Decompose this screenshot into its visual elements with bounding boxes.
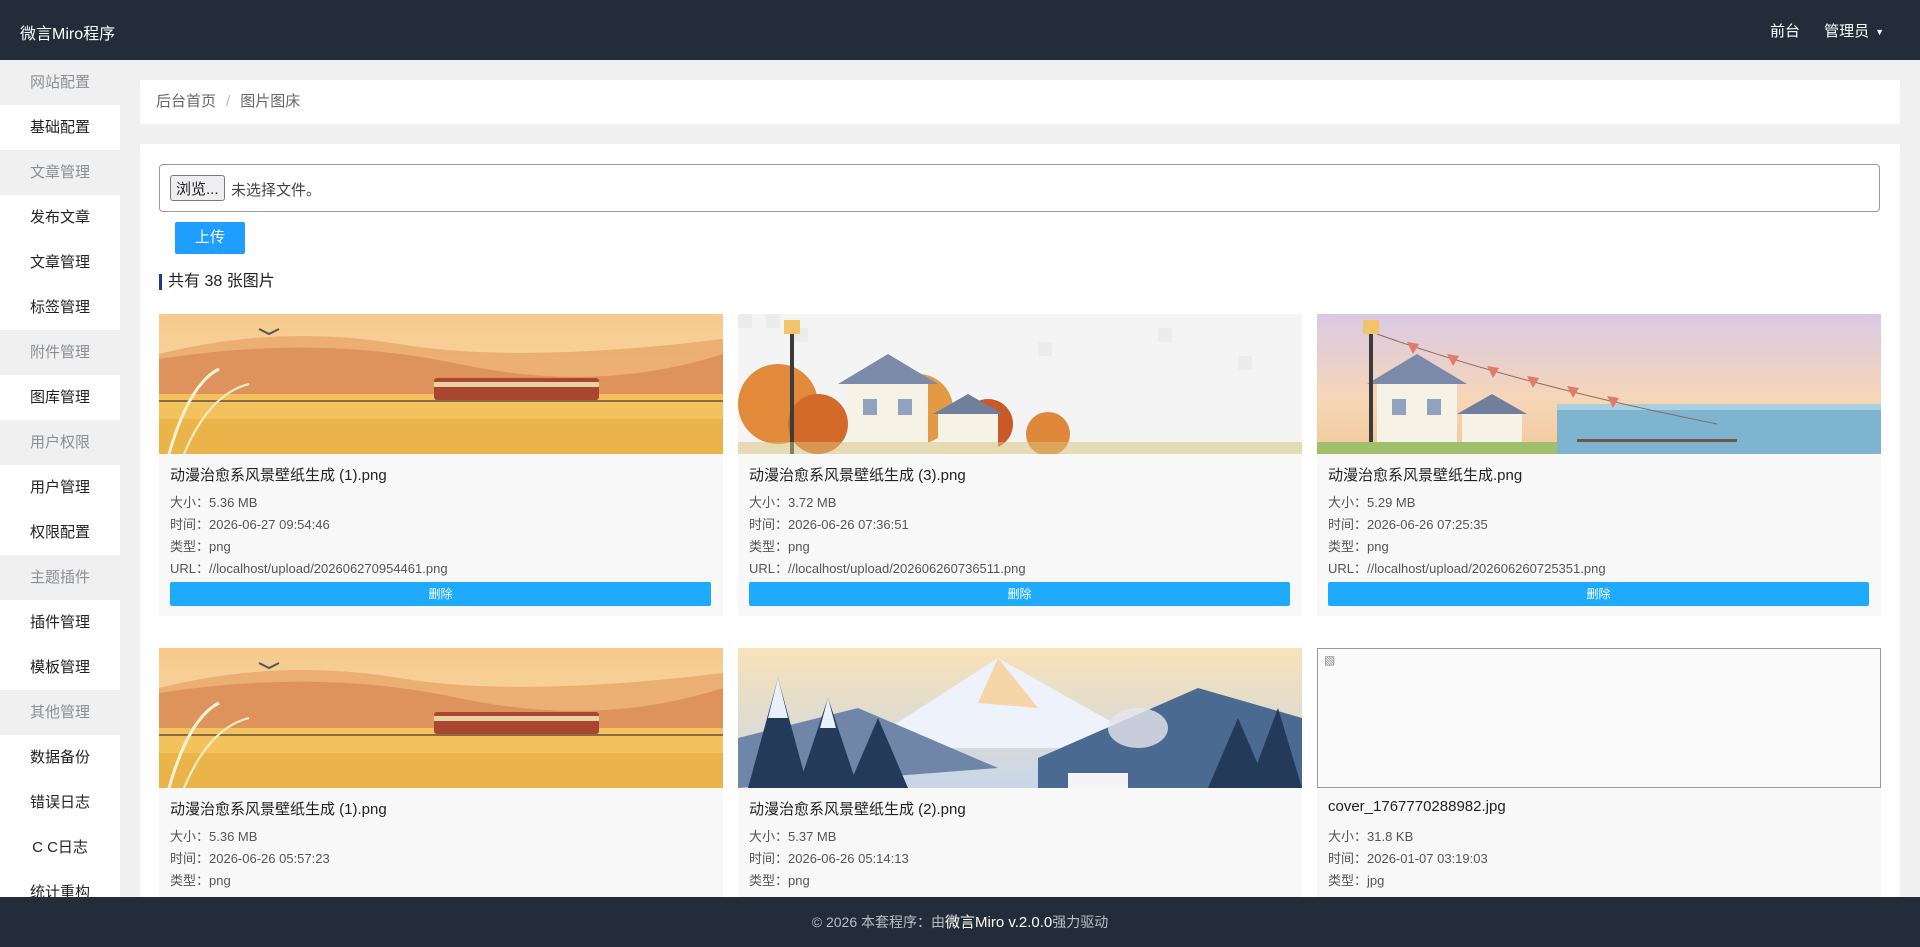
image-card: ▧ cover_1767770288982.jpg 大小：31.8 KB 时间：202… <box>1317 648 1881 897</box>
top-navbar: 微言Miro程序 前台 管理员 ▼ <box>0 0 1920 60</box>
sidebar-group-header: 其他管理 <box>0 690 120 735</box>
gallery-panel: 浏览... 未选择文件。 上传 共有 38 张图片 动漫治愈系风景壁纸生成 (1… <box>140 144 1900 897</box>
upload-button[interactable]: 上传 <box>175 222 245 254</box>
image-type: 类型：png <box>749 539 810 554</box>
image-time: 时间：2026-06-27 09:54:46 <box>170 517 330 532</box>
image-filename: 动漫治愈系风景壁纸生成 (1).png <box>170 467 387 484</box>
image-type: 类型：jpg <box>1328 873 1385 888</box>
image-time: 时间：2026-06-26 07:36:51 <box>749 517 909 532</box>
image-filename: 动漫治愈系风景壁纸生成 (2).png <box>749 801 966 818</box>
sidebar-item[interactable]: 文章管理 <box>0 240 120 285</box>
sidebar-item[interactable]: 模板管理 <box>0 645 120 690</box>
image-size: 大小：5.37 MB <box>749 829 837 844</box>
image-card: 动漫治愈系风景壁纸生成 (3).png 大小：3.72 MB 时间：2026-06-… <box>738 314 1302 616</box>
footer-brand[interactable]: 微言Miro v.2.0.0 <box>945 914 1052 931</box>
sidebar-item[interactable]: 基础配置 <box>0 105 120 150</box>
top-nav-links: 前台 管理员 ▼ <box>1770 20 1884 41</box>
image-type: 类型：png <box>170 539 231 554</box>
image-filename: 动漫治愈系风景壁纸生成 (1).png <box>170 801 387 818</box>
image-filename: 动漫治愈系风景壁纸生成.png <box>1328 467 1523 484</box>
sidebar-item[interactable]: 发布文章 <box>0 195 120 240</box>
image-type: 类型：png <box>1328 539 1389 554</box>
file-input[interactable]: 浏览... 未选择文件。 <box>159 164 1880 212</box>
sidebar-item[interactable]: 统计重构 <box>0 870 120 897</box>
image-thumbnail[interactable] <box>159 314 723 454</box>
breadcrumb: 后台首页 / 图片图床 <box>140 80 1900 124</box>
image-url: URL：//localhost/upload/202606260725351.p… <box>1328 561 1606 576</box>
breadcrumb-home[interactable]: 后台首页 <box>156 93 216 110</box>
image-size: 大小：3.72 MB <box>749 495 837 510</box>
sidebar-group-header: 网站配置 <box>0 60 120 105</box>
image-thumbnail[interactable] <box>159 648 723 788</box>
image-size: 大小：5.36 MB <box>170 829 258 844</box>
image-url: URL：//localhost/upload/202606260736511.p… <box>749 561 1026 576</box>
delete-image-button[interactable]: 删除 <box>170 582 711 606</box>
image-thumbnail[interactable] <box>738 314 1302 454</box>
image-type: 类型：png <box>170 873 231 888</box>
image-type: 类型：png <box>749 873 810 888</box>
caret-down-icon: ▼ <box>1875 27 1884 38</box>
sidebar-group-header: 附件管理 <box>0 330 120 375</box>
image-thumbnail[interactable] <box>738 648 1302 788</box>
sidebar-group-header: 用户权限 <box>0 420 120 465</box>
sidebar-item[interactable]: 图库管理 <box>0 375 120 420</box>
broken-image-thumbnail[interactable]: ▧ <box>1317 648 1881 788</box>
image-card: 动漫治愈系风景壁纸生成.png 大小：5.29 MB 时间：2026-06-26 0… <box>1317 314 1881 616</box>
sidebar-item[interactable]: 数据备份 <box>0 735 120 780</box>
footer-suffix: 强力驱动 <box>1052 914 1109 930</box>
image-time: 时间：2026-06-26 07:25:35 <box>1328 517 1488 532</box>
main-content: 后台首页 / 图片图床 浏览... 未选择文件。 上传 共有 38 张图片 动漫治愈… <box>120 60 1920 897</box>
sidebar-item[interactable]: 用户管理 <box>0 465 120 510</box>
image-count: 共有 38 张图片 <box>159 274 275 290</box>
image-size: 大小：31.8 KB <box>1328 829 1414 844</box>
delete-image-button[interactable]: 删除 <box>1328 582 1869 606</box>
image-card: 动漫治愈系风景壁纸生成 (1).png 大小：5.36 MB 时间：2026-06-… <box>159 648 723 897</box>
delete-image-button[interactable]: 删除 <box>749 582 1290 606</box>
breadcrumb-current: 图片图床 <box>240 93 301 110</box>
footer-prefix: © 2026 本套程序：由 <box>811 914 945 930</box>
browse-button[interactable]: 浏览... <box>170 175 225 201</box>
image-time: 时间：2026-01-07 03:19:03 <box>1328 851 1488 866</box>
image-size: 大小：5.36 MB <box>170 495 258 510</box>
image-size: 大小：5.29 MB <box>1328 495 1416 510</box>
sidebar-item[interactable]: C C日志 <box>0 825 120 870</box>
file-status: 未选择文件。 <box>231 182 322 199</box>
image-filename: 动漫治愈系风景壁纸生成 (3).png <box>749 467 966 484</box>
sidebar-item[interactable]: 标签管理 <box>0 285 120 330</box>
image-time: 时间：2026-06-26 05:14:13 <box>749 851 909 866</box>
footer: © 2026 本套程序：由微言Miro v.2.0.0强力驱动 <box>0 897 1920 947</box>
sidebar: 网站配置 基础配置 文章管理 发布文章 文章管理 标签管理 附件管理 图库管理 用户权限 用户管理… <box>0 60 120 897</box>
image-time: 时间：2026-06-26 05:57:23 <box>170 851 330 866</box>
front-link[interactable]: 前台 <box>1770 20 1800 41</box>
sidebar-group-header: 主题插件 <box>0 555 120 600</box>
sidebar-item[interactable]: 插件管理 <box>0 600 120 645</box>
admin-label: 管理员 <box>1824 23 1870 40</box>
image-card: 动漫治愈系风景壁纸生成 (2).png 大小：5.37 MB 时间：2026-06-… <box>738 648 1302 897</box>
image-thumbnail[interactable] <box>1317 314 1881 454</box>
admin-menu[interactable]: 管理员 ▼ <box>1824 20 1884 41</box>
breadcrumb-separator: / <box>226 93 231 110</box>
image-url: URL：//localhost/upload/202606270954461.p… <box>170 561 448 576</box>
image-filename: cover_1767770288982.jpg <box>1328 798 1506 815</box>
app-title[interactable]: 微言Miro程序 <box>20 20 115 44</box>
sidebar-item[interactable]: 错误日志 <box>0 780 120 825</box>
sidebar-group-header: 文章管理 <box>0 150 120 195</box>
broken-image-icon: ▧ <box>1324 653 1336 667</box>
image-card: 动漫治愈系风景壁纸生成 (1).png 大小：5.36 MB 时间：2026-06-… <box>159 314 723 616</box>
sidebar-item[interactable]: 权限配置 <box>0 510 120 555</box>
